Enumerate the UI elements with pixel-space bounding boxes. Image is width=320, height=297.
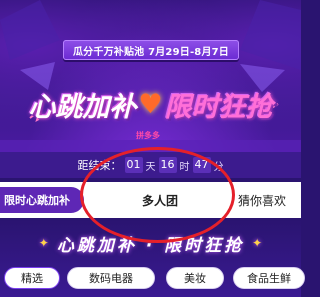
banner-headline: 心跳加补 ♥ 限时狂抢	[0, 82, 301, 126]
tab-group-buy[interactable]: 多人团	[120, 182, 200, 218]
countdown-bar: 距结束： 01 天 16 时 47 分	[0, 152, 301, 178]
countdown-minutes-unit: 分	[213, 161, 224, 173]
category-chips: 精选 数码电器 美妆 食品生鲜	[0, 267, 305, 291]
countdown-minutes: 47	[192, 157, 211, 173]
chip-featured[interactable]: 精选	[4, 267, 60, 289]
countdown-hours: 16	[158, 157, 177, 173]
tab-recommended[interactable]: 猜你喜欢	[238, 182, 308, 218]
countdown-days-unit: 天	[145, 161, 156, 173]
sparkle-icon: ✦	[38, 236, 49, 250]
countdown-label: 距结束：	[77, 159, 122, 172]
sparkle-icon: ✦	[252, 236, 263, 250]
event-date-pill: 瓜分千万补贴池 7月29日-8月7日	[63, 40, 239, 60]
countdown-hours-unit: 时	[179, 161, 190, 173]
deco-shard	[0, 0, 60, 60]
chip-food[interactable]: 食品生鲜	[233, 267, 305, 289]
tab-flash-subsidy[interactable]: 限时心跳加补	[0, 187, 84, 213]
chip-electronics[interactable]: 数码电器	[67, 267, 155, 289]
section-title: 心跳加补 · 限时狂抢	[56, 235, 245, 256]
promo-banner: 瓜分千万补贴池 7月29日-8月7日 心跳加补 ♥ 限时狂抢 拼多多	[0, 0, 301, 152]
headline-right-text: 限时狂抢	[164, 91, 273, 123]
chip-beauty[interactable]: 美妆	[166, 267, 224, 289]
section-title-row: ✦ 心跳加补 · 限时狂抢 ✦	[0, 230, 301, 256]
deco-shard	[240, 0, 301, 70]
event-date-text: 瓜分千万补贴池 7月29日-8月7日	[72, 46, 230, 58]
brand-sub-label: 拼多多	[136, 131, 160, 140]
heart-icon: ♥	[138, 88, 163, 120]
deco-glow-strip	[0, 140, 301, 152]
tab-bar: 限时心跳加补 多人团 猜你喜欢	[0, 182, 301, 218]
headline-left-text: 心跳加补	[28, 91, 137, 123]
countdown-days: 01	[124, 157, 143, 173]
